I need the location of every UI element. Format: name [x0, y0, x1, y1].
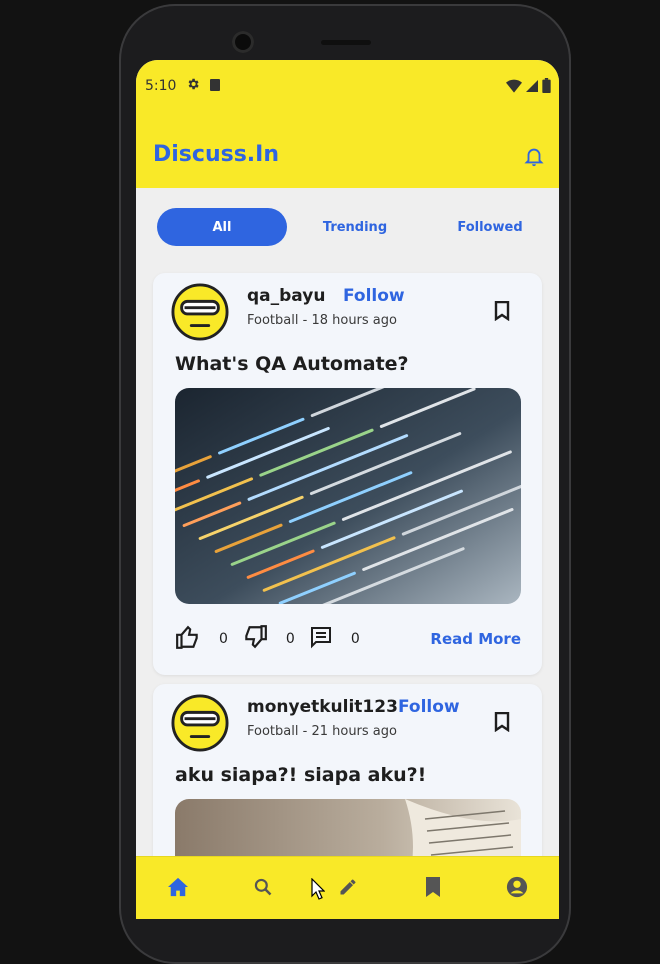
read-more-button[interactable]: Read More — [430, 630, 521, 648]
edit-icon[interactable] — [335, 874, 361, 900]
post-image[interactable] — [175, 388, 521, 604]
bottom-navigation — [136, 856, 559, 919]
search-icon[interactable] — [250, 874, 276, 900]
tab-followed[interactable]: Followed — [425, 208, 555, 246]
comment-icon[interactable] — [309, 625, 333, 653]
earpiece-speaker — [321, 40, 371, 45]
mouse-cursor-icon — [311, 878, 325, 900]
front-camera — [232, 31, 254, 53]
dislike-count: 0 — [285, 631, 295, 647]
app-title: Discuss.In — [153, 142, 279, 167]
bookmark-icon[interactable] — [420, 874, 446, 900]
like-count: 0 — [219, 631, 228, 647]
avatar — [171, 283, 229, 341]
follow-button[interactable]: Follow — [398, 697, 460, 717]
meta-separator: - — [302, 724, 308, 739]
post-category: Football — [247, 724, 299, 739]
post-username[interactable]: monyetkulit123 — [247, 697, 398, 717]
battery-icon — [542, 78, 551, 93]
tab-all[interactable]: All — [157, 208, 287, 246]
bookmark-icon[interactable] — [494, 300, 510, 325]
account-icon[interactable] — [504, 874, 530, 900]
notification-bell-icon[interactable] — [523, 144, 545, 172]
code-screen-image — [175, 388, 521, 604]
app-bar: Discuss.In — [136, 112, 559, 188]
feed-tabs: All Trending Followed — [157, 208, 537, 246]
comment-count: 0 — [350, 631, 360, 647]
like-icon[interactable] — [175, 625, 201, 653]
status-icons — [506, 78, 551, 93]
settings-status-icon — [186, 77, 200, 95]
post-meta: Football - 18 hours ago — [247, 313, 397, 328]
follow-button[interactable]: Follow — [343, 286, 405, 306]
post-category: Football — [247, 313, 299, 328]
status-time: 5:10 — [145, 78, 177, 94]
sim-card-icon — [210, 79, 220, 91]
avatar — [171, 694, 229, 752]
post-meta: Football - 21 hours ago — [247, 724, 397, 739]
post-card[interactable]: qa_bayu Follow Football - 18 hours ago W… — [153, 273, 542, 675]
post-username[interactable]: qa_bayu — [247, 286, 325, 306]
post-title[interactable]: What's QA Automate? — [175, 353, 409, 375]
post-time: 18 hours ago — [311, 313, 397, 328]
dislike-icon[interactable] — [242, 625, 268, 653]
tab-trending[interactable]: Trending — [290, 208, 420, 246]
home-icon[interactable] — [165, 874, 191, 900]
cell-signal-icon — [526, 79, 538, 92]
post-actions: 0 0 0 Read More — [175, 624, 521, 654]
meta-separator: - — [302, 313, 308, 328]
status-bar: 5:10 — [136, 60, 559, 112]
post-time: 21 hours ago — [311, 724, 397, 739]
app-screen: 5:10 Discuss.In All Trending Followed qa… — [136, 60, 559, 919]
bookmark-icon[interactable] — [494, 711, 510, 736]
post-title[interactable]: aku siapa?! siapa aku?! — [175, 764, 426, 786]
wifi-icon — [506, 79, 522, 93]
